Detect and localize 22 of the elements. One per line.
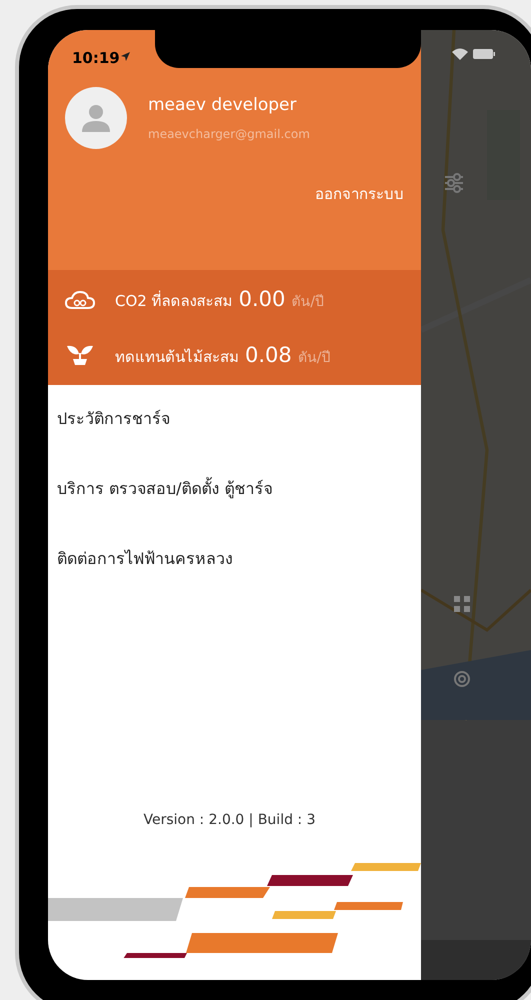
battery-icon — [473, 49, 495, 59]
user-name: meaev developer — [148, 94, 298, 118]
filter-icon — [443, 172, 465, 194]
stat-label: CO2 ที่ลดลงสะสม — [115, 290, 233, 312]
menu-item[interactable]: ประวัติการชาร์จ — [57, 407, 170, 431]
menu-item[interactable]: บริการ ตรวจสอบ/ติดตั้ง ตู้ชาร์จ — [57, 477, 273, 501]
status-time: 10:19 — [72, 48, 120, 69]
stat-unit: ตัน/ปี — [291, 293, 324, 312]
sprout-icon — [65, 344, 95, 366]
person-icon — [80, 104, 112, 132]
stat-value: 0.00 — [238, 286, 286, 313]
qr-code-icon — [454, 596, 470, 612]
locate-icon — [453, 670, 471, 688]
stat-label: ทดแทนต้นไม้สะสม — [115, 346, 239, 368]
location-arrow-icon — [121, 52, 130, 61]
cloud-co2-icon — [65, 290, 95, 310]
menu-item[interactable]: ติดต่อการไฟฟ้านครหลวง — [57, 547, 233, 571]
stat-unit: ตัน/ปี — [298, 348, 330, 368]
stat-value: 0.08 — [245, 342, 292, 368]
user-email: meaevcharger@gmail.com — [148, 126, 310, 143]
version-text: Version : 2.0.0 | Build : 3 — [143, 811, 316, 830]
wifi-icon — [452, 48, 468, 60]
